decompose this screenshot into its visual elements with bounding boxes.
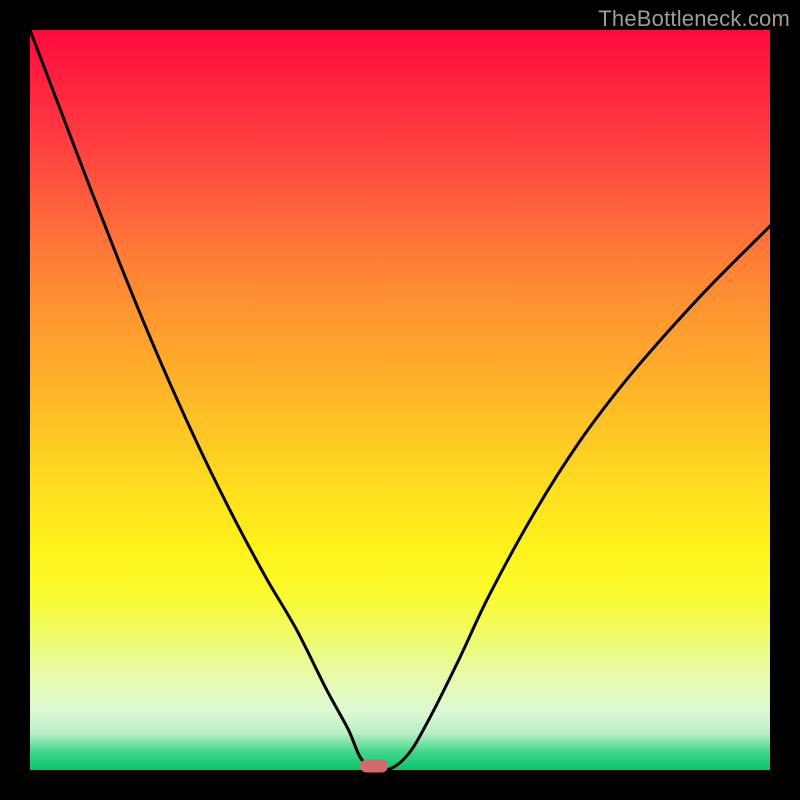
minimum-marker bbox=[360, 760, 388, 773]
watermark-text: TheBottleneck.com bbox=[598, 6, 790, 32]
plot-area bbox=[30, 30, 770, 770]
chart-frame: TheBottleneck.com bbox=[0, 0, 800, 800]
bottleneck-curve bbox=[30, 30, 770, 770]
